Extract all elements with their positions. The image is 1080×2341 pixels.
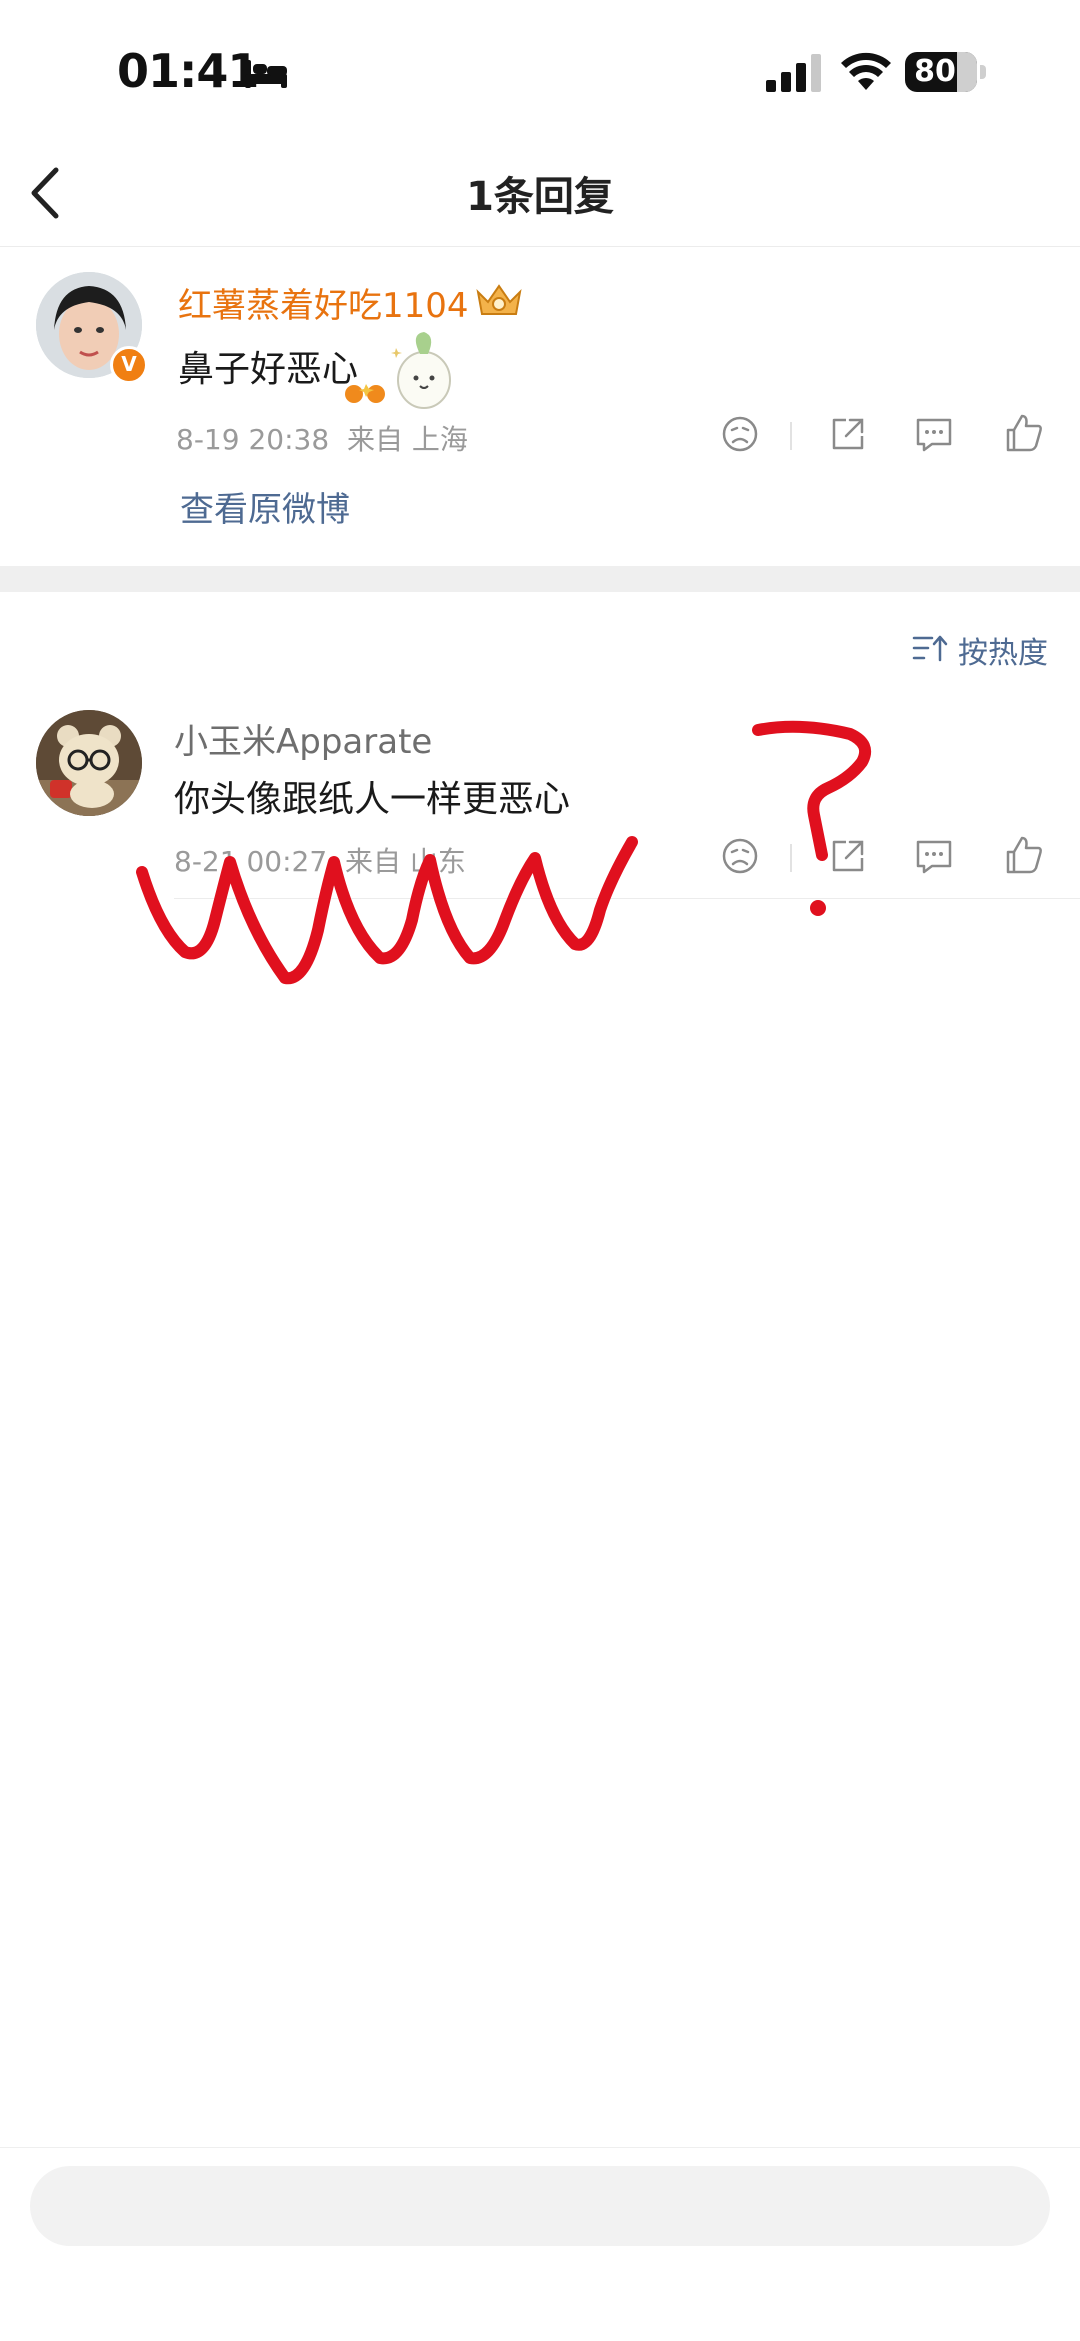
sort-label: 按热度 — [958, 636, 1048, 671]
status-time: 01:41 — [117, 44, 259, 98]
like-thumb-icon[interactable] — [1002, 834, 1046, 878]
comment-bubble-icon[interactable] — [912, 834, 956, 878]
reply-location: 来自 山东 — [344, 845, 466, 878]
action-separator — [790, 844, 792, 872]
bottom-divider — [0, 2147, 1080, 2148]
dislike-face-icon[interactable] — [718, 412, 762, 456]
battery-level: 80 — [914, 54, 956, 89]
nav-bar: 1条回复 — [0, 140, 1080, 247]
status-bar: 01:41 80 — [0, 0, 1080, 140]
battery-indicator: 80 — [905, 52, 986, 92]
comment-meta: 8-19 20:38 来自 上海 — [176, 418, 468, 458]
comment-text: 鼻子好恶心 — [178, 349, 359, 390]
section-divider — [0, 566, 1080, 592]
sort-icon — [912, 635, 948, 662]
cellular-signal-icon — [766, 54, 821, 92]
red-question-dot — [810, 900, 826, 916]
action-separator — [790, 422, 792, 450]
reply-username[interactable]: 小玉米Apparate — [174, 714, 432, 763]
view-original-post-link[interactable]: 查看原微博 — [180, 482, 350, 531]
reply-text: 你头像跟纸人一样更恶心 — [174, 779, 571, 820]
comment-location: 来自 上海 — [346, 423, 468, 456]
reply-input[interactable] — [30, 2166, 1050, 2246]
share-icon[interactable] — [826, 412, 870, 456]
verified-badge-icon: V — [110, 346, 148, 384]
commenter-username[interactable]: 红薯蒸着好吃1104 — [178, 278, 469, 327]
comment-bubble-icon[interactable] — [912, 412, 956, 456]
dislike-face-icon[interactable] — [718, 834, 762, 878]
share-icon[interactable] — [826, 834, 870, 878]
reply-meta: 8-21 00:27 来自 山东 — [174, 840, 466, 880]
reply-divider — [174, 898, 1080, 899]
crown-badge-icon — [476, 284, 522, 315]
avatar[interactable] — [36, 710, 142, 816]
page-title: 1条回复 — [466, 174, 614, 220]
like-thumb-icon[interactable] — [1002, 412, 1046, 456]
reply-actions — [712, 834, 1052, 884]
wifi-icon — [841, 52, 891, 90]
bear-avatar-image — [36, 710, 142, 816]
comment-actions — [712, 412, 1052, 462]
radish-sticker-icon — [345, 332, 451, 409]
sleep-mode-icon — [245, 60, 287, 88]
comment-date: 8-19 20:38 — [176, 423, 330, 456]
reply-date: 8-21 00:27 — [174, 845, 328, 878]
